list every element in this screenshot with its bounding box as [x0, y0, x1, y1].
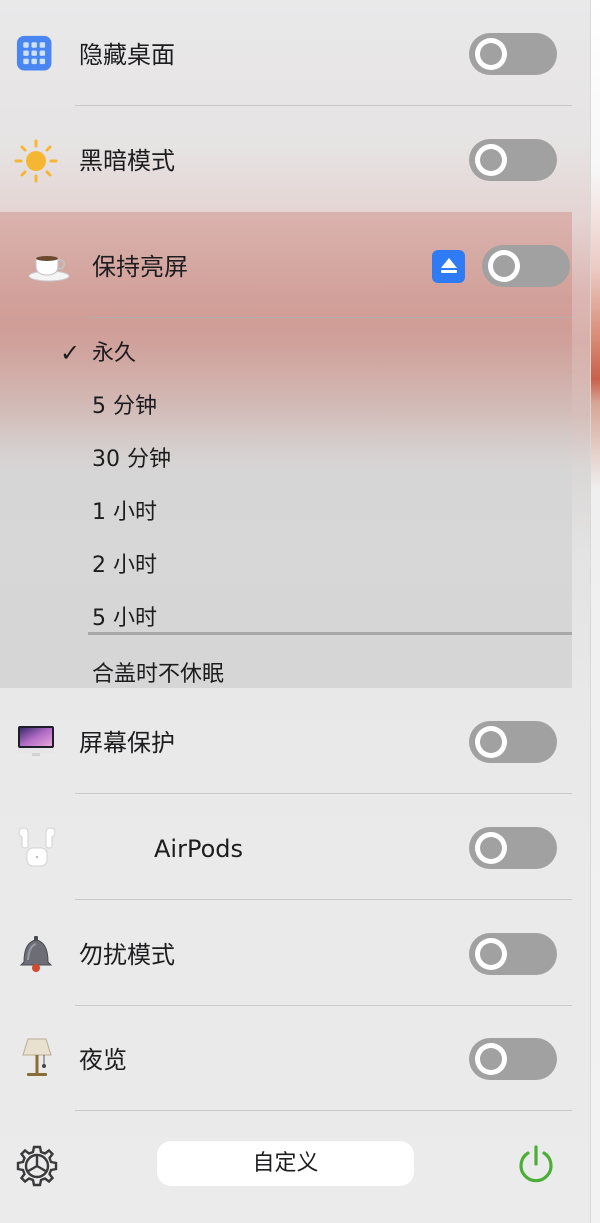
options-separator [88, 632, 572, 635]
sun-icon [14, 139, 58, 183]
dark-mode-toggle[interactable] [469, 139, 557, 181]
bell-icon [19, 936, 53, 972]
bottom-bar: 自定义 [0, 1110, 590, 1223]
row-airpods[interactable]: AirPods [0, 794, 590, 900]
row-do-not-disturb[interactable]: 勿扰模式 [0, 900, 590, 1006]
keep-awake-panel: 保持亮屏 ✓ 永久 5 分钟 30 分钟 1 小时 2 小时 5 小时 合盖时不… [0, 212, 572, 688]
keep-awake-toggle[interactable] [482, 245, 570, 287]
option-label: 5 小时 [92, 606, 157, 631]
night-shift-toggle[interactable] [469, 1038, 557, 1080]
window-edge [590, 0, 600, 1223]
option-label: 合盖时不休眠 [92, 662, 225, 687]
customize-button[interactable]: 自定义 [157, 1141, 414, 1186]
row-keep-awake[interactable]: 保持亮屏 [0, 212, 572, 318]
duration-option-1h[interactable]: 1 小时 [0, 485, 572, 538]
checkmark-icon: ✓ [60, 339, 81, 367]
row-label: 隐藏桌面 [79, 41, 175, 69]
option-label: 2 小时 [92, 553, 157, 578]
row-dark-mode[interactable]: 黑暗模式 [0, 106, 590, 212]
row-night-shift[interactable]: 夜览 [0, 1005, 590, 1111]
airpods-icon [18, 827, 56, 867]
collapse-arrow-icon[interactable] [432, 250, 465, 283]
display-icon [18, 726, 54, 756]
option-label: 5 分钟 [92, 394, 157, 419]
row-screen-saver[interactable]: 屏幕保护 [0, 688, 590, 794]
row-label: 黑暗模式 [79, 147, 175, 175]
coffee-cup-icon [28, 256, 70, 282]
duration-option-forever[interactable]: ✓ 永久 [0, 326, 572, 379]
screen-saver-toggle[interactable] [469, 721, 557, 763]
lamp-icon [22, 1038, 52, 1076]
option-label: 30 分钟 [92, 447, 171, 472]
row-label: 保持亮屏 [92, 253, 188, 281]
grid-apps-icon [16, 35, 52, 71]
airpods-toggle[interactable] [469, 827, 557, 869]
power-icon[interactable] [514, 1143, 558, 1187]
duration-option-5min[interactable]: 5 分钟 [0, 379, 572, 432]
divider [88, 317, 572, 318]
do-not-disturb-toggle[interactable] [469, 933, 557, 975]
duration-option-2h[interactable]: 2 小时 [0, 538, 572, 591]
row-label: AirPods [154, 835, 243, 863]
row-label: 勿扰模式 [79, 941, 175, 969]
row-label: 屏幕保护 [79, 729, 175, 757]
gear-icon[interactable] [15, 1144, 59, 1188]
hide-desktop-toggle[interactable] [469, 33, 557, 75]
duration-option-5h[interactable]: 5 小时 [0, 591, 572, 644]
duration-option-30min[interactable]: 30 分钟 [0, 432, 572, 485]
row-hide-desktop[interactable]: 隐藏桌面 [0, 0, 590, 106]
row-label: 夜览 [79, 1046, 127, 1074]
option-label: 1 小时 [92, 500, 157, 525]
option-label: 永久 [92, 341, 137, 366]
